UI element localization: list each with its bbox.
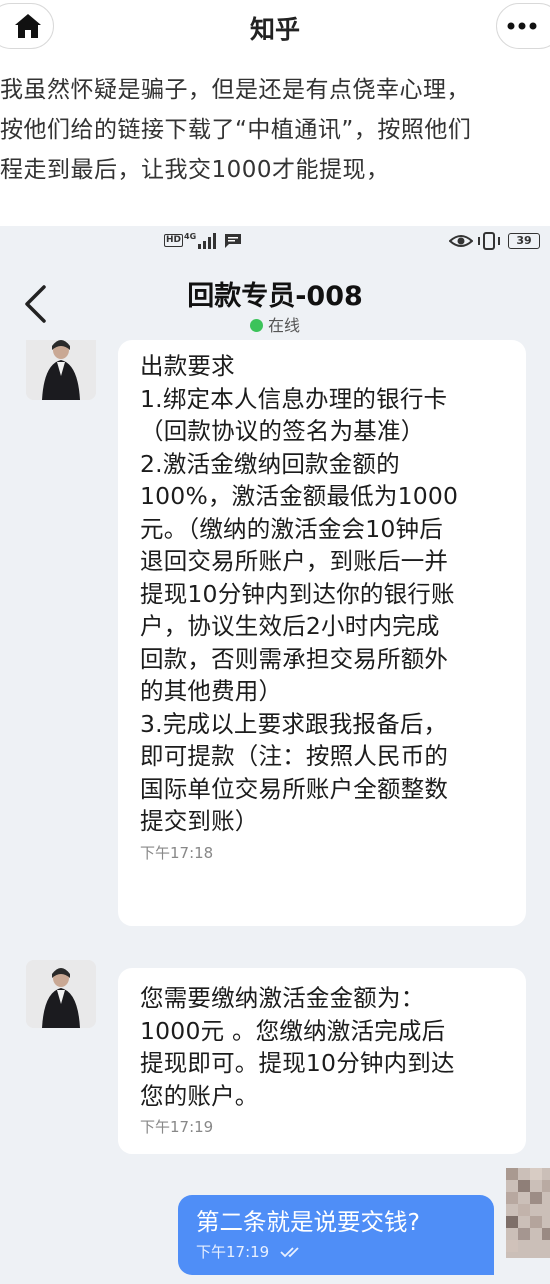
double-check-icon <box>280 1247 299 1258</box>
online-status-label: 在线 <box>267 316 300 335</box>
hd-badge: HD <box>164 234 184 247</box>
online-status: 在线 <box>0 312 550 336</box>
received-message-bubble[interactable]: 您需要缴纳激活金金额为： 1000元 。您缴纳激活完成后 提现即可。提现10分钟… <box>118 968 526 1154</box>
signal-icon: 4G <box>184 232 216 249</box>
online-dot-icon <box>249 319 263 332</box>
contact-name: 回款专员-008 <box>187 281 363 312</box>
battery-indicator: 39 <box>508 233 540 249</box>
app-header: 知乎 <box>0 0 550 52</box>
sent-message-meta: 下午17:19 <box>196 1241 476 1262</box>
message-text: 出款要求 1.绑定本人信息办理的银行卡 （回款协议的签名为基准） 2.激活金缴纳… <box>140 352 459 835</box>
message-notification-icon <box>225 234 241 248</box>
article-excerpt: 我虽然怀疑是骗子，但是还是有点侥幸心理， 按他们给的链接下载了“中植通讯”，按照… <box>0 70 550 190</box>
chat-message-list[interactable]: 出款要求 1.绑定本人信息办理的银行卡 （回款协议的签名为基准） 2.激活金缴纳… <box>0 340 550 1284</box>
person-avatar-icon <box>26 340 96 400</box>
message-time: 下午17:19 <box>140 1118 214 1136</box>
message-time: 下午17:18 <box>140 843 214 862</box>
more-dots-icon <box>507 22 537 30</box>
phone-status-bar: HD 4G 39 <box>0 226 550 256</box>
self-avatar-blurred[interactable] <box>506 1168 550 1258</box>
vibrate-icon <box>478 232 500 250</box>
network-label: 4G <box>184 232 196 241</box>
agent-avatar[interactable] <box>26 960 96 1028</box>
blurred-avatar-icon <box>506 1168 550 1258</box>
eye-comfort-icon <box>449 235 473 247</box>
sent-message-time: 下午17:19 <box>196 1243 270 1261</box>
person-avatar-icon <box>26 960 96 1028</box>
app-title: 知乎 <box>249 15 300 44</box>
sent-message-text: 第二条就是说要交钱? <box>196 1208 420 1236</box>
sent-message-bubble[interactable]: 第二条就是说要交钱? 下午17:19 <box>178 1195 494 1275</box>
excerpt-line: 按他们给的链接下载了“中植通讯”，按照他们 <box>0 117 472 143</box>
message-text: 您需要缴纳激活金金额为： 1000元 。您缴纳激活完成后 提现即可。提现10分钟… <box>140 984 455 1110</box>
chat-header: 回款专员-008 在线 <box>0 256 550 340</box>
excerpt-line: 程走到最后，让我交1000才能提现， <box>0 157 390 183</box>
more-button[interactable] <box>496 3 550 49</box>
received-message-bubble[interactable]: 出款要求 1.绑定本人信息办理的银行卡 （回款协议的签名为基准） 2.激活金缴纳… <box>118 340 526 926</box>
agent-avatar[interactable] <box>26 340 96 400</box>
excerpt-line: 我虽然怀疑是骗子，但是还是有点侥幸心理， <box>0 77 470 103</box>
